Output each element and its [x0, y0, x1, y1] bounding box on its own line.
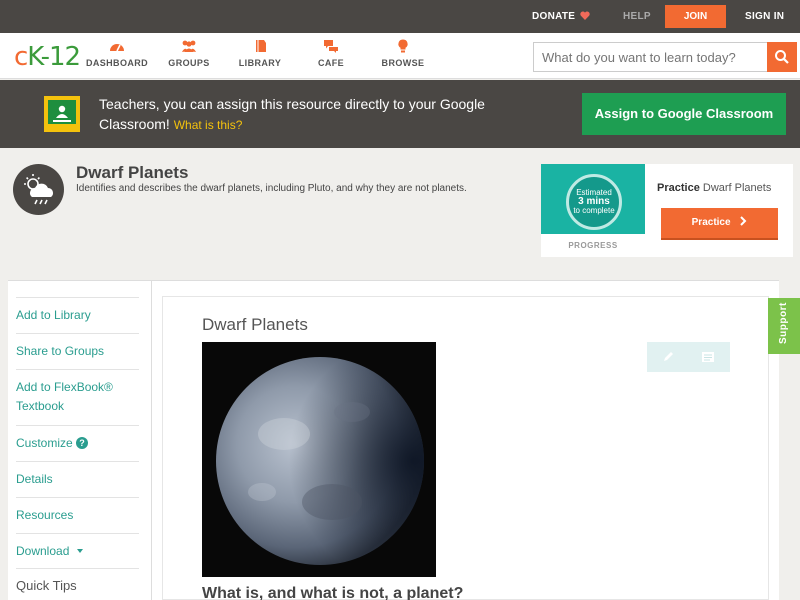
pluto-image: [202, 342, 436, 577]
sign-in-link[interactable]: SIGN IN: [745, 11, 784, 22]
resources-label: Resources: [16, 508, 74, 522]
join-button[interactable]: JOIN: [665, 5, 726, 28]
search-input[interactable]: [534, 43, 764, 71]
library-icon: [256, 40, 266, 52]
details-link[interactable]: Details: [16, 461, 139, 497]
practice-title: Practice Dwarf Planets: [657, 182, 771, 194]
add-to-library-link[interactable]: Add to Library: [16, 297, 139, 333]
add-to-flexbook-link[interactable]: Add to FlexBook® Textbook: [16, 369, 139, 425]
help-link[interactable]: HELP: [623, 11, 651, 22]
resource-sidebar: Add to Library Share to Groups Add to Fl…: [8, 280, 151, 600]
top-bar: DONATE HELP JOIN SIGN IN: [0, 0, 800, 33]
classroom-banner: Teachers, you can assign this resource d…: [0, 80, 800, 148]
banner-text: Teachers, you can assign this resource d…: [99, 96, 485, 132]
lesson-title: Dwarf Planets: [202, 315, 308, 334]
nav-browse-label: BROWSE: [381, 58, 425, 68]
concept-title: Dwarf Planets: [76, 163, 189, 182]
nav-library[interactable]: LIBRARY: [225, 39, 295, 68]
support-tab[interactable]: Support: [768, 298, 800, 354]
support-label: Support: [778, 302, 789, 344]
search-button[interactable]: [767, 42, 797, 72]
logo-k: K: [27, 42, 41, 72]
practice-button-label: Practice: [691, 217, 731, 228]
add-to-library-label: Add to Library: [16, 308, 91, 322]
nav-browse[interactable]: BROWSE: [368, 39, 438, 68]
nav-cafe[interactable]: CAFE: [296, 39, 366, 68]
resources-link[interactable]: Resources: [16, 497, 139, 533]
chevron-right-icon: [740, 216, 747, 226]
banner-message: Teachers, you can assign this resource d…: [99, 94, 539, 135]
practice-title-prefix: Practice: [657, 182, 700, 194]
search-box: [533, 42, 797, 72]
search-icon: [775, 50, 789, 64]
lesson-subheading: What is, and what is not, a planet?: [202, 585, 464, 600]
nav-library-label: LIBRARY: [238, 58, 282, 68]
customize-link[interactable]: Customize ?: [16, 425, 139, 461]
details-label: Details: [16, 472, 53, 486]
nav-groups-label: GROUPS: [168, 58, 210, 68]
assign-google-classroom-button[interactable]: Assign to Google Classroom: [582, 93, 786, 135]
customize-label: Customize: [16, 436, 73, 450]
ck12-logo[interactable]: cK-12: [14, 42, 81, 72]
share-to-groups-label: Share to Groups: [16, 344, 105, 358]
what-is-this-link[interactable]: What is this?: [174, 118, 243, 132]
annotation-toolbar: [647, 342, 730, 372]
groups-icon: [182, 40, 196, 52]
quick-tips-heading: Quick Tips: [16, 568, 139, 593]
logo-12: -12: [40, 42, 81, 72]
practice-title-rest: Dwarf Planets: [702, 182, 772, 194]
google-classroom-icon: [44, 96, 80, 132]
dashboard-icon: [110, 44, 124, 52]
nav-dashboard-label: DASHBOARD: [85, 58, 149, 68]
practice-thumbnail: Estimated 3 mins to complete: [541, 164, 645, 234]
progress-label: PROGRESS: [568, 241, 618, 250]
main-nav: cK-12 DASHBOARD GROUPS LIBRARY CAFE BROW…: [0, 33, 800, 79]
browse-icon: [398, 39, 408, 53]
nav-dashboard[interactable]: DASHBOARD: [82, 39, 152, 68]
weather-concept-icon: [13, 164, 64, 215]
download-link[interactable]: Download: [16, 533, 139, 569]
practice-button[interactable]: Practice: [661, 208, 778, 238]
heart-icon: [580, 11, 591, 20]
donate-link[interactable]: DONATE: [532, 11, 591, 22]
notes-icon[interactable]: [701, 350, 715, 364]
logo-c: c: [14, 42, 28, 72]
share-to-groups-link[interactable]: Share to Groups: [16, 333, 139, 369]
caret-down-icon: [76, 549, 83, 553]
cafe-icon: [324, 40, 338, 53]
pencil-icon[interactable]: [661, 350, 675, 364]
to-complete-label: to complete: [573, 206, 615, 215]
nav-groups[interactable]: GROUPS: [154, 39, 224, 68]
concept-description: Identifies and describes the dwarf plane…: [76, 183, 467, 194]
download-label: Download: [16, 544, 70, 558]
add-to-flexbook-label: Add to FlexBook® Textbook: [16, 380, 113, 413]
nav-cafe-label: CAFE: [317, 58, 345, 68]
donate-label: DONATE: [532, 11, 576, 22]
estimated-time-badge: Estimated 3 mins to complete: [566, 174, 622, 230]
help-question-icon[interactable]: ?: [76, 437, 89, 449]
practice-card: Estimated 3 mins to complete PROGRESS Pr…: [541, 164, 793, 257]
